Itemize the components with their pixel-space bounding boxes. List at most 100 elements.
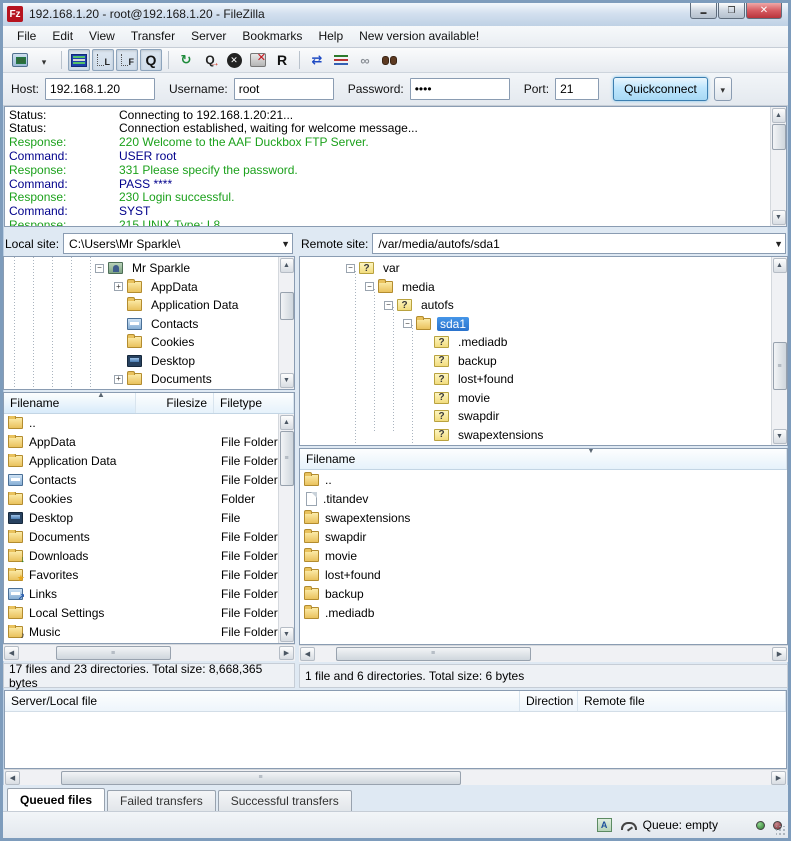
tree-item-autofs[interactable]: autofs: [300, 296, 770, 315]
remote-tree-panel[interactable]: var media autofs sda1 .mediadb backup lo…: [299, 256, 788, 446]
list-item[interactable]: swapdir: [300, 527, 787, 546]
resize-grip[interactable]: [776, 826, 786, 836]
reconnect-button[interactable]: R: [271, 49, 293, 71]
scroll-down-icon[interactable]: ▼: [772, 210, 786, 225]
transfer-type-icon[interactable]: [597, 818, 612, 832]
list-item[interactable]: backup: [300, 584, 787, 603]
scrollbar-thumb[interactable]: ≡: [61, 771, 461, 785]
tree-item-cookies[interactable]: Cookies: [4, 333, 277, 352]
tree-item-dvd[interactable]: dvd: [300, 444, 770, 446]
list-item[interactable]: swapextensions: [300, 508, 787, 527]
username-input[interactable]: [234, 78, 334, 100]
collapse-icon[interactable]: [403, 319, 412, 328]
local-list-hscrollbar[interactable]: ◀ ≡ ▶: [3, 644, 295, 661]
close-button[interactable]: [746, 3, 782, 19]
remote-site-combobox[interactable]: /var/media/autofs/sda1 ▼: [372, 233, 786, 254]
list-item[interactable]: lost+found: [300, 565, 787, 584]
list-item[interactable]: ..: [300, 470, 787, 489]
list-item[interactable]: ↓DownloadsFile Folder: [4, 547, 294, 566]
find-files-button[interactable]: [378, 49, 400, 71]
site-manager-dropdown[interactable]: [33, 49, 55, 71]
local-file-list[interactable]: ▲ Filename Filesize Filetype .. AppDataF…: [3, 392, 295, 645]
expand-icon[interactable]: [114, 375, 123, 384]
scroll-right-icon[interactable]: ▶: [772, 647, 787, 661]
list-item[interactable]: AppDataFile Folder: [4, 433, 294, 452]
toggle-message-log-button[interactable]: [68, 49, 90, 71]
log-scrollbar[interactable]: ▲ ▼: [770, 107, 786, 227]
scroll-left-icon[interactable]: ◀: [5, 771, 20, 785]
scroll-up-icon[interactable]: ▲: [280, 415, 294, 430]
collapse-icon[interactable]: [346, 264, 355, 273]
collapse-icon[interactable]: [365, 282, 374, 291]
list-item[interactable]: ContactsFile Folder: [4, 471, 294, 490]
quickconnect-dropdown[interactable]: [714, 77, 732, 101]
splitter-collapse-icon[interactable]: ▼: [587, 448, 595, 454]
scroll-left-icon[interactable]: ◀: [300, 647, 315, 661]
tree-item-appdata[interactable]: AppData: [4, 278, 277, 297]
scroll-up-icon[interactable]: ▲: [280, 258, 294, 273]
tree-item-swapextensions[interactable]: swapextensions: [300, 426, 770, 445]
tree-item-contacts[interactable]: Contacts: [4, 315, 277, 334]
tree-item-sda1[interactable]: sda1: [300, 315, 770, 334]
tree-item-mr-sparkle[interactable]: Mr Sparkle: [4, 259, 277, 278]
scroll-up-icon[interactable]: ▲: [773, 258, 787, 273]
column-filename[interactable]: Filename: [300, 449, 787, 469]
column-server-local-file[interactable]: Server/Local file: [5, 691, 520, 711]
scroll-down-icon[interactable]: ▼: [280, 373, 294, 388]
list-item[interactable]: CookiesFolder: [4, 490, 294, 509]
tree-item-media[interactable]: media: [300, 278, 770, 297]
column-filetype[interactable]: Filetype: [214, 393, 294, 413]
tab-queued-files[interactable]: Queued files: [7, 788, 105, 811]
remote-list-hscrollbar[interactable]: ◀ ≡ ▶: [299, 645, 788, 662]
site-manager-button[interactable]: [9, 49, 31, 71]
tree-item-swapdir[interactable]: swapdir: [300, 407, 770, 426]
toggle-local-tree-button[interactable]: L: [92, 49, 114, 71]
tree-item-var[interactable]: var: [300, 259, 770, 278]
directory-listing-filters-button[interactable]: [330, 49, 352, 71]
list-item[interactable]: .titandev: [300, 489, 787, 508]
tree-item-movie[interactable]: movie: [300, 389, 770, 408]
toggle-remote-tree-button[interactable]: F: [116, 49, 138, 71]
local-tree-scrollbar[interactable]: ▲ ▼: [278, 257, 294, 389]
transfer-queue-panel[interactable]: Server/Local file Direction Remote file: [4, 690, 787, 769]
toggle-queue-button[interactable]: Q: [140, 49, 162, 71]
speed-limits-icon[interactable]: [620, 819, 635, 831]
tree-item-documents[interactable]: Documents: [4, 370, 277, 389]
tree-item-lost-found[interactable]: lost+found: [300, 370, 770, 389]
list-item[interactable]: Application DataFile Folder: [4, 452, 294, 471]
scrollbar-thumb[interactable]: [280, 292, 294, 320]
queue-hscrollbar[interactable]: ◀ ≡ ▶: [4, 769, 787, 785]
list-item[interactable]: ★FavoritesFile Folder: [4, 566, 294, 585]
tree-item-desktop[interactable]: Desktop: [4, 352, 277, 371]
splitter-collapse-icon[interactable]: ▲: [97, 392, 105, 398]
menu-new-version[interactable]: New version available!: [351, 26, 487, 46]
tree-item-mediadb[interactable]: .mediadb: [300, 333, 770, 352]
scrollbar-thumb[interactable]: ≡: [773, 342, 787, 390]
menu-bookmarks[interactable]: Bookmarks: [234, 26, 310, 46]
menu-edit[interactable]: Edit: [44, 26, 81, 46]
expand-icon[interactable]: [114, 282, 123, 291]
password-input[interactable]: [410, 78, 510, 100]
scroll-right-icon[interactable]: ▶: [279, 646, 294, 660]
list-item[interactable]: DesktopFile: [4, 509, 294, 528]
tab-failed-transfers[interactable]: Failed transfers: [107, 790, 216, 811]
collapse-icon[interactable]: [95, 264, 104, 273]
quickconnect-button[interactable]: Quickconnect: [613, 77, 708, 101]
scrollbar-thumb[interactable]: ≡: [280, 431, 294, 486]
tree-item-application-data[interactable]: Application Data: [4, 296, 277, 315]
scrollbar-thumb[interactable]: [772, 124, 786, 150]
compare-directories-button[interactable]: [306, 49, 328, 71]
menu-file[interactable]: File: [9, 26, 44, 46]
local-list-scrollbar[interactable]: ▲ ≡ ▼: [278, 414, 294, 644]
list-item[interactable]: Local SettingsFile Folder: [4, 604, 294, 623]
menu-help[interactable]: Help: [310, 26, 351, 46]
synchronized-browsing-button[interactable]: [354, 49, 376, 71]
cancel-button[interactable]: [223, 49, 245, 71]
message-log[interactable]: Status:Connecting to 192.168.1.20:21... …: [4, 106, 787, 228]
remote-tree-scrollbar[interactable]: ▲ ≡ ▼: [771, 257, 787, 445]
collapse-icon[interactable]: [384, 301, 393, 310]
scroll-right-icon[interactable]: ▶: [771, 771, 786, 785]
local-site-combobox[interactable]: C:\Users\Mr Sparkle\ ▼: [63, 233, 293, 254]
scroll-up-icon[interactable]: ▲: [772, 108, 786, 123]
remote-file-list[interactable]: ▼ Filename .. .titandev swapextensions s…: [299, 448, 788, 644]
